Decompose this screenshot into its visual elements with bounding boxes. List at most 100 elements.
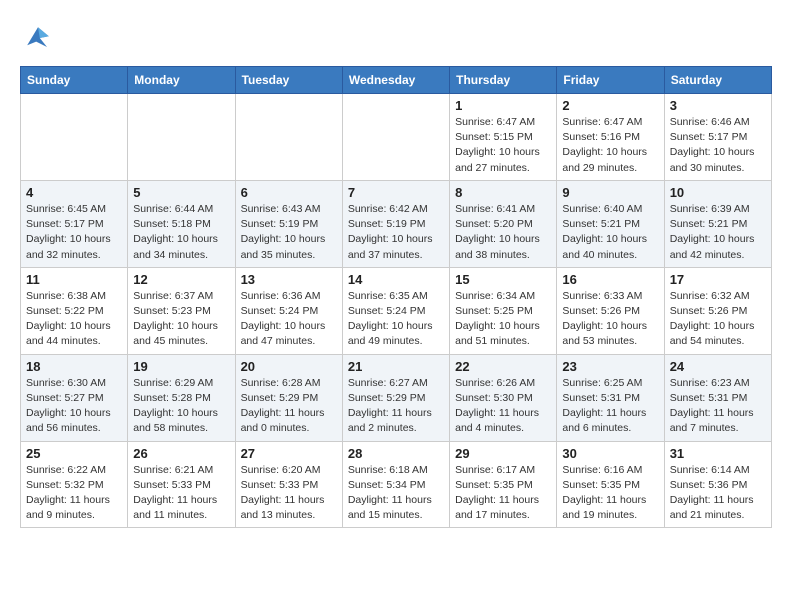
day-number: 1 <box>455 98 551 113</box>
calendar-cell: 24Sunrise: 6:23 AM Sunset: 5:31 PM Dayli… <box>664 354 771 441</box>
day-number: 31 <box>670 446 766 461</box>
day-info: Sunrise: 6:40 AM Sunset: 5:21 PM Dayligh… <box>562 202 658 263</box>
day-number: 26 <box>133 446 229 461</box>
day-number: 9 <box>562 185 658 200</box>
calendar-cell: 22 Sunrise: 6:26 AM Sunset: 5:30 PM Dayli… <box>450 354 557 441</box>
calendar-cell <box>235 94 342 181</box>
day-number: 13 <box>241 272 337 287</box>
calendar-cell: 2 Sunrise: 6:47 AM Sunset: 5:16 PM Daylig… <box>557 94 664 181</box>
calendar-cell: 13 Sunrise: 6:36 AM Sunset: 5:24 PM Dayli… <box>235 267 342 354</box>
calendar-cell <box>128 94 235 181</box>
day-number: 8 <box>455 185 551 200</box>
day-number: 17 <box>670 272 766 287</box>
day-header-friday: Friday <box>557 67 664 94</box>
calendar-cell: 10Sunrise: 6:39 AM Sunset: 5:21 PM Dayli… <box>664 180 771 267</box>
calendar-cell: 20Sunrise: 6:28 AM Sunset: 5:29 PM Dayli… <box>235 354 342 441</box>
calendar-cell: 31 Sunrise: 6:14 AM Sunset: 5:36 PM Dayli… <box>664 441 771 528</box>
calendar-cell: 9 Sunrise: 6:40 AM Sunset: 5:21 PM Daylig… <box>557 180 664 267</box>
page-header <box>20 20 772 56</box>
day-info: Sunrise: 6:27 AM Sunset: 5:29 PM Dayligh… <box>348 376 444 437</box>
day-number: 5 <box>133 185 229 200</box>
day-info: Sunrise: 6:45 AM Sunset: 5:17 PM Dayligh… <box>26 202 122 263</box>
week-row-5: 25 Sunrise: 6:22 AM Sunset: 5:32 PM Dayli… <box>21 441 772 528</box>
calendar-cell: 21Sunrise: 6:27 AM Sunset: 5:29 PM Dayli… <box>342 354 449 441</box>
calendar-cell: 27 Sunrise: 6:20 AM Sunset: 5:33 PM Dayli… <box>235 441 342 528</box>
day-number: 22 <box>455 359 551 374</box>
day-header-sunday: Sunday <box>21 67 128 94</box>
day-info: Sunrise: 6:41 AM Sunset: 5:20 PM Dayligh… <box>455 202 551 263</box>
day-header-thursday: Thursday <box>450 67 557 94</box>
calendar-cell: 28 Sunrise: 6:18 AM Sunset: 5:34 PM Dayli… <box>342 441 449 528</box>
day-info: Sunrise: 6:14 AM Sunset: 5:36 PM Dayligh… <box>670 463 766 524</box>
day-info: Sunrise: 6:26 AM Sunset: 5:30 PM Dayligh… <box>455 376 551 437</box>
calendar-cell: 25 Sunrise: 6:22 AM Sunset: 5:32 PM Dayli… <box>21 441 128 528</box>
day-info: Sunrise: 6:28 AM Sunset: 5:29 PM Dayligh… <box>241 376 337 437</box>
calendar-cell <box>342 94 449 181</box>
calendar-cell: 17 Sunrise: 6:32 AM Sunset: 5:26 PM Dayli… <box>664 267 771 354</box>
day-info: Sunrise: 6:47 AM Sunset: 5:16 PM Dayligh… <box>562 115 658 176</box>
day-info: Sunrise: 6:23 AM Sunset: 5:31 PM Dayligh… <box>670 376 766 437</box>
day-info: Sunrise: 6:34 AM Sunset: 5:25 PM Dayligh… <box>455 289 551 350</box>
day-number: 7 <box>348 185 444 200</box>
day-info: Sunrise: 6:38 AM Sunset: 5:22 PM Dayligh… <box>26 289 122 350</box>
day-number: 30 <box>562 446 658 461</box>
day-info: Sunrise: 6:18 AM Sunset: 5:34 PM Dayligh… <box>348 463 444 524</box>
day-number: 28 <box>348 446 444 461</box>
day-number: 4 <box>26 185 122 200</box>
calendar-cell <box>21 94 128 181</box>
calendar-header-row: SundayMondayTuesdayWednesdayThursdayFrid… <box>21 67 772 94</box>
day-info: Sunrise: 6:21 AM Sunset: 5:33 PM Dayligh… <box>133 463 229 524</box>
day-info: Sunrise: 6:47 AM Sunset: 5:15 PM Dayligh… <box>455 115 551 176</box>
calendar-cell: 23Sunrise: 6:25 AM Sunset: 5:31 PM Dayli… <box>557 354 664 441</box>
day-number: 14 <box>348 272 444 287</box>
day-number: 3 <box>670 98 766 113</box>
calendar-cell: 3 Sunrise: 6:46 AM Sunset: 5:17 PM Daylig… <box>664 94 771 181</box>
week-row-4: 18 Sunrise: 6:30 AM Sunset: 5:27 PM Dayli… <box>21 354 772 441</box>
calendar-cell: 6Sunrise: 6:43 AM Sunset: 5:19 PM Daylig… <box>235 180 342 267</box>
calendar-cell: 5 Sunrise: 6:44 AM Sunset: 5:18 PM Daylig… <box>128 180 235 267</box>
calendar-cell: 26 Sunrise: 6:21 AM Sunset: 5:33 PM Dayli… <box>128 441 235 528</box>
day-header-saturday: Saturday <box>664 67 771 94</box>
calendar-cell: 30 Sunrise: 6:16 AM Sunset: 5:35 PM Dayli… <box>557 441 664 528</box>
calendar-cell: 1 Sunrise: 6:47 AM Sunset: 5:15 PM Daylig… <box>450 94 557 181</box>
day-number: 15 <box>455 272 551 287</box>
day-number: 16 <box>562 272 658 287</box>
day-info: Sunrise: 6:37 AM Sunset: 5:23 PM Dayligh… <box>133 289 229 350</box>
calendar-cell: 19Sunrise: 6:29 AM Sunset: 5:28 PM Dayli… <box>128 354 235 441</box>
day-info: Sunrise: 6:30 AM Sunset: 5:27 PM Dayligh… <box>26 376 122 437</box>
day-info: Sunrise: 6:32 AM Sunset: 5:26 PM Dayligh… <box>670 289 766 350</box>
calendar-cell: 29Sunrise: 6:17 AM Sunset: 5:35 PM Dayli… <box>450 441 557 528</box>
day-header-wednesday: Wednesday <box>342 67 449 94</box>
week-row-1: 1 Sunrise: 6:47 AM Sunset: 5:15 PM Daylig… <box>21 94 772 181</box>
calendar-cell: 14Sunrise: 6:35 AM Sunset: 5:24 PM Dayli… <box>342 267 449 354</box>
calendar-cell: 8 Sunrise: 6:41 AM Sunset: 5:20 PM Daylig… <box>450 180 557 267</box>
day-number: 2 <box>562 98 658 113</box>
day-info: Sunrise: 6:16 AM Sunset: 5:35 PM Dayligh… <box>562 463 658 524</box>
day-number: 10 <box>670 185 766 200</box>
day-number: 11 <box>26 272 122 287</box>
day-info: Sunrise: 6:29 AM Sunset: 5:28 PM Dayligh… <box>133 376 229 437</box>
calendar-cell: 16 Sunrise: 6:33 AM Sunset: 5:26 PM Dayli… <box>557 267 664 354</box>
day-number: 6 <box>241 185 337 200</box>
day-info: Sunrise: 6:46 AM Sunset: 5:17 PM Dayligh… <box>670 115 766 176</box>
week-row-3: 11 Sunrise: 6:38 AM Sunset: 5:22 PM Dayli… <box>21 267 772 354</box>
day-number: 25 <box>26 446 122 461</box>
calendar-cell: 12 Sunrise: 6:37 AM Sunset: 5:23 PM Dayli… <box>128 267 235 354</box>
day-info: Sunrise: 6:22 AM Sunset: 5:32 PM Dayligh… <box>26 463 122 524</box>
week-row-2: 4 Sunrise: 6:45 AM Sunset: 5:17 PM Daylig… <box>21 180 772 267</box>
day-info: Sunrise: 6:44 AM Sunset: 5:18 PM Dayligh… <box>133 202 229 263</box>
day-number: 29 <box>455 446 551 461</box>
day-number: 27 <box>241 446 337 461</box>
day-info: Sunrise: 6:36 AM Sunset: 5:24 PM Dayligh… <box>241 289 337 350</box>
logo <box>20 20 62 56</box>
calendar-cell: 15 Sunrise: 6:34 AM Sunset: 5:25 PM Dayli… <box>450 267 557 354</box>
day-info: Sunrise: 6:33 AM Sunset: 5:26 PM Dayligh… <box>562 289 658 350</box>
calendar-cell: 7 Sunrise: 6:42 AM Sunset: 5:19 PM Daylig… <box>342 180 449 267</box>
day-header-tuesday: Tuesday <box>235 67 342 94</box>
logo-icon <box>20 20 56 56</box>
day-number: 12 <box>133 272 229 287</box>
day-header-monday: Monday <box>128 67 235 94</box>
day-number: 18 <box>26 359 122 374</box>
day-info: Sunrise: 6:42 AM Sunset: 5:19 PM Dayligh… <box>348 202 444 263</box>
day-info: Sunrise: 6:20 AM Sunset: 5:33 PM Dayligh… <box>241 463 337 524</box>
